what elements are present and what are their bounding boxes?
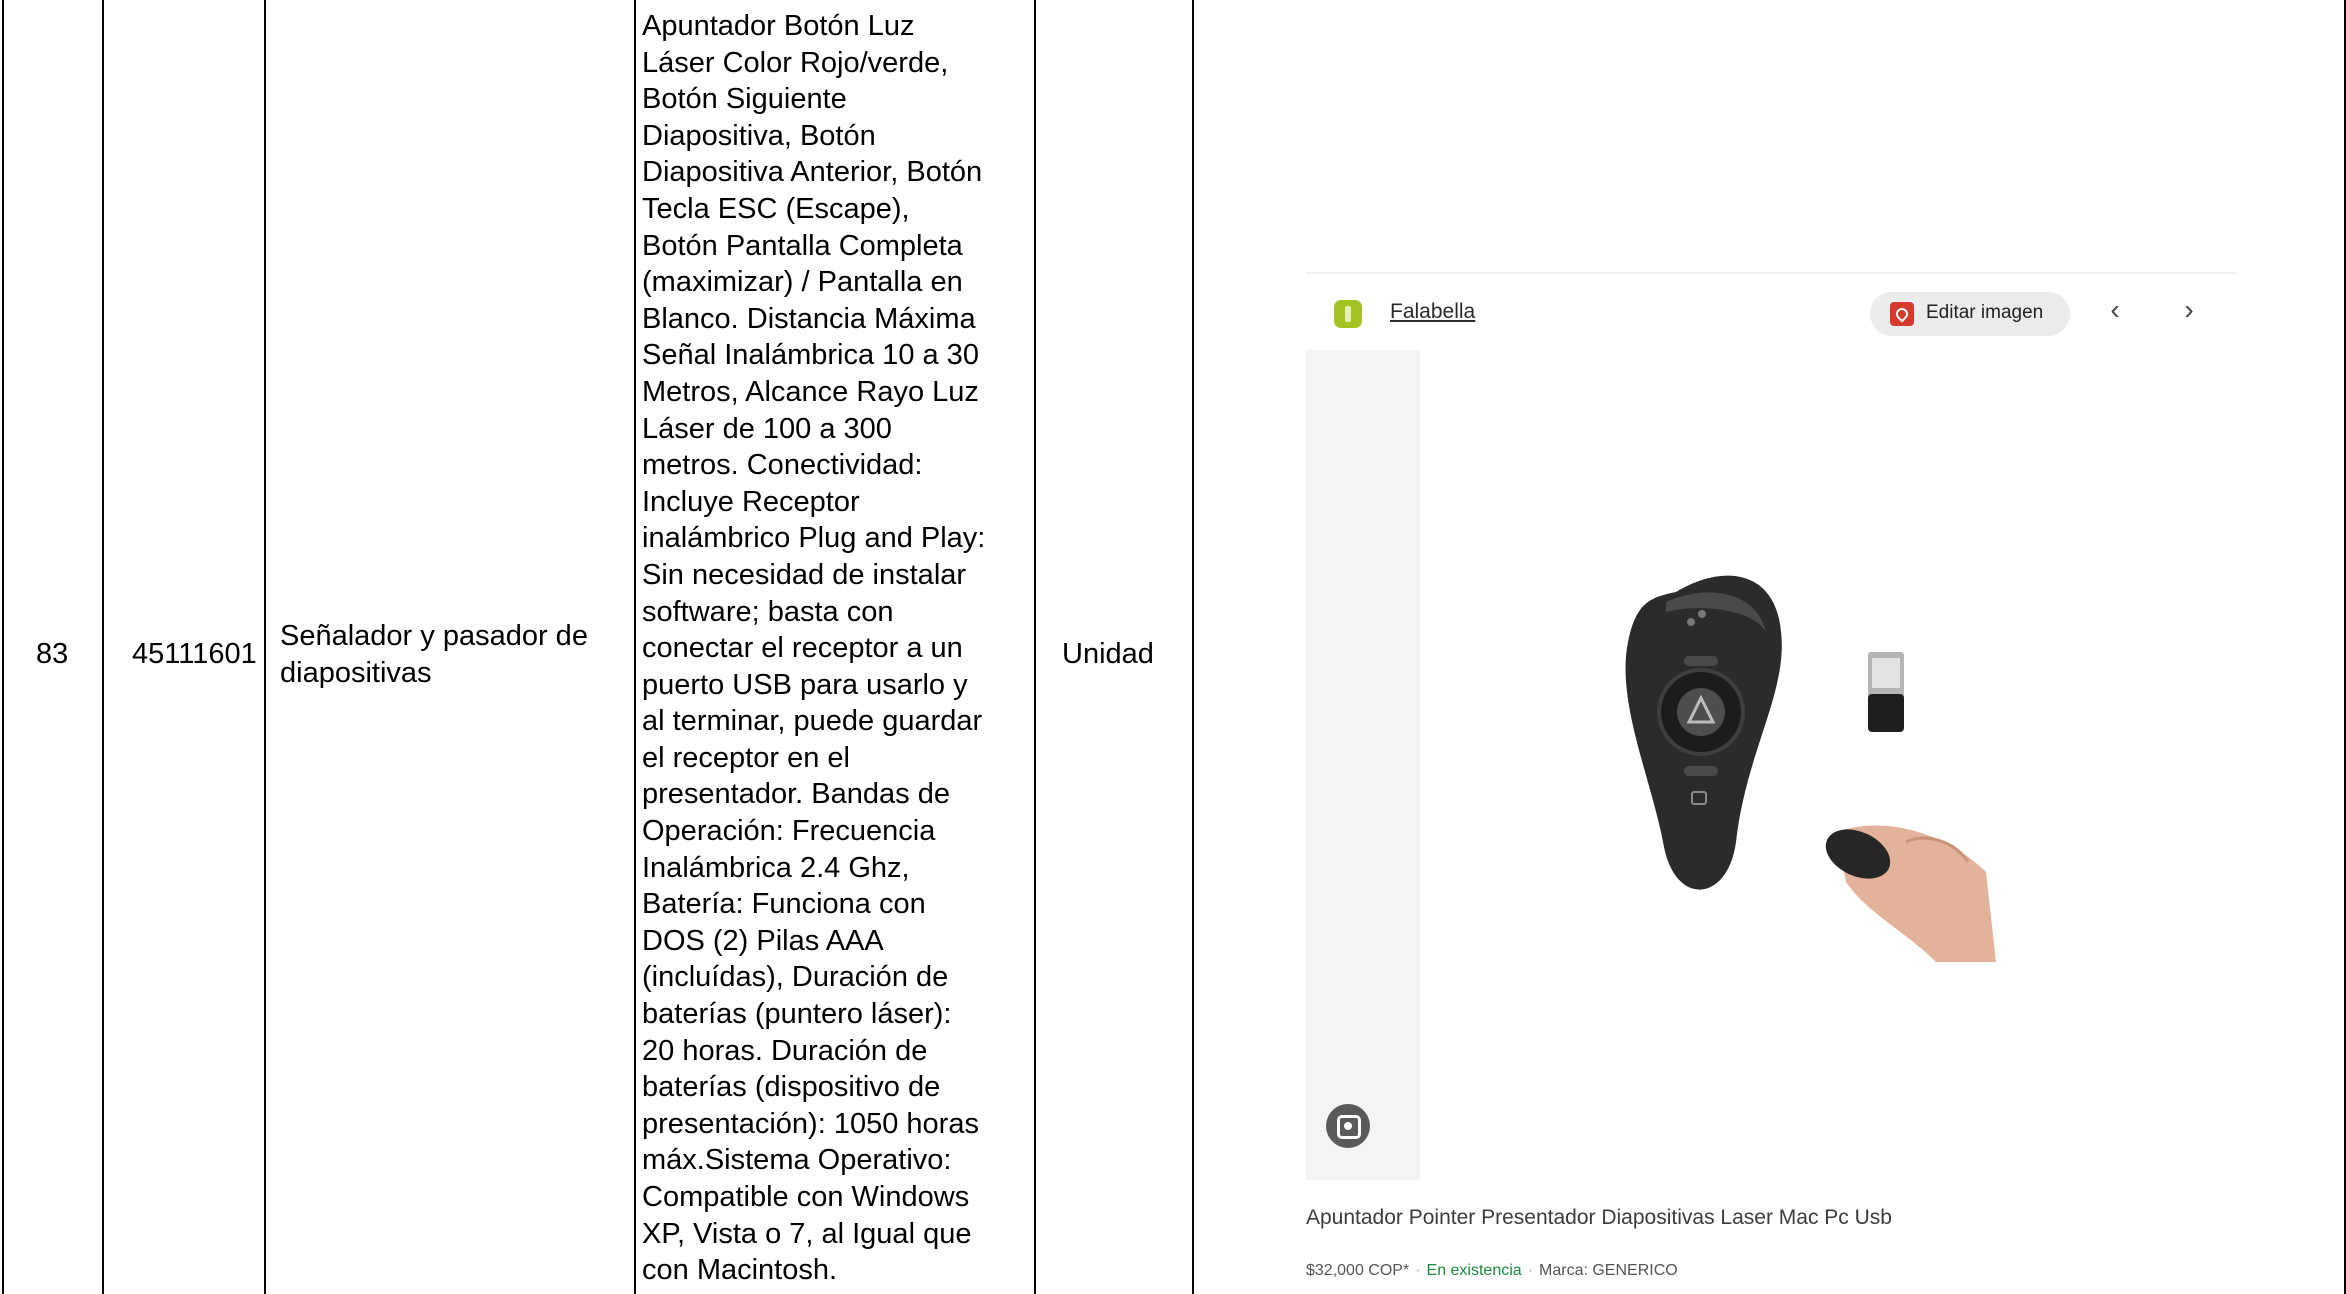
brand: Marca: GENERICO [1539, 1262, 1678, 1279]
lens-icon[interactable] [1326, 1104, 1370, 1148]
image-side-panel [1306, 350, 1420, 1180]
product-screenshot: Falabella Editar imagen ‹ › Apuntador Po… [1306, 272, 2236, 1294]
product-title[interactable]: Apuntador Pointer Presentador Diapositiv… [1306, 1206, 1892, 1230]
column-border [264, 0, 266, 1294]
item-name: Señalador y pasador de diapositivas [280, 620, 588, 689]
price: $32,000 COP* [1306, 1262, 1410, 1279]
chevron-right-icon[interactable]: › [2174, 294, 2204, 326]
source-link[interactable]: Falabella [1390, 300, 1475, 324]
column-border [1192, 0, 1194, 1294]
column-border [634, 0, 636, 1294]
falabella-icon [1334, 300, 1362, 328]
column-border [2, 0, 4, 1294]
item-description: Apuntador Botón Luz Láser Color Rojo/ver… [642, 10, 986, 1287]
pdf-icon [1890, 302, 1914, 326]
edit-image-label: Editar imagen [1926, 302, 2044, 323]
chevron-left-icon[interactable]: ‹ [2100, 294, 2130, 326]
item-unit: Unidad [1062, 638, 1154, 670]
product-meta: $32,000 COP* · En existencia · Marca: GENERI… [1306, 1262, 1678, 1279]
item-code: 45111601 [132, 638, 257, 670]
column-border [102, 0, 104, 1294]
edit-image-button[interactable]: Editar imagen [1870, 292, 2070, 336]
laser-pointer-image [1625, 575, 1996, 962]
divider [1306, 272, 2236, 274]
column-border [1034, 0, 1036, 1294]
item-number: 83 [36, 638, 69, 670]
stock-status: En existencia [1426, 1262, 1522, 1279]
